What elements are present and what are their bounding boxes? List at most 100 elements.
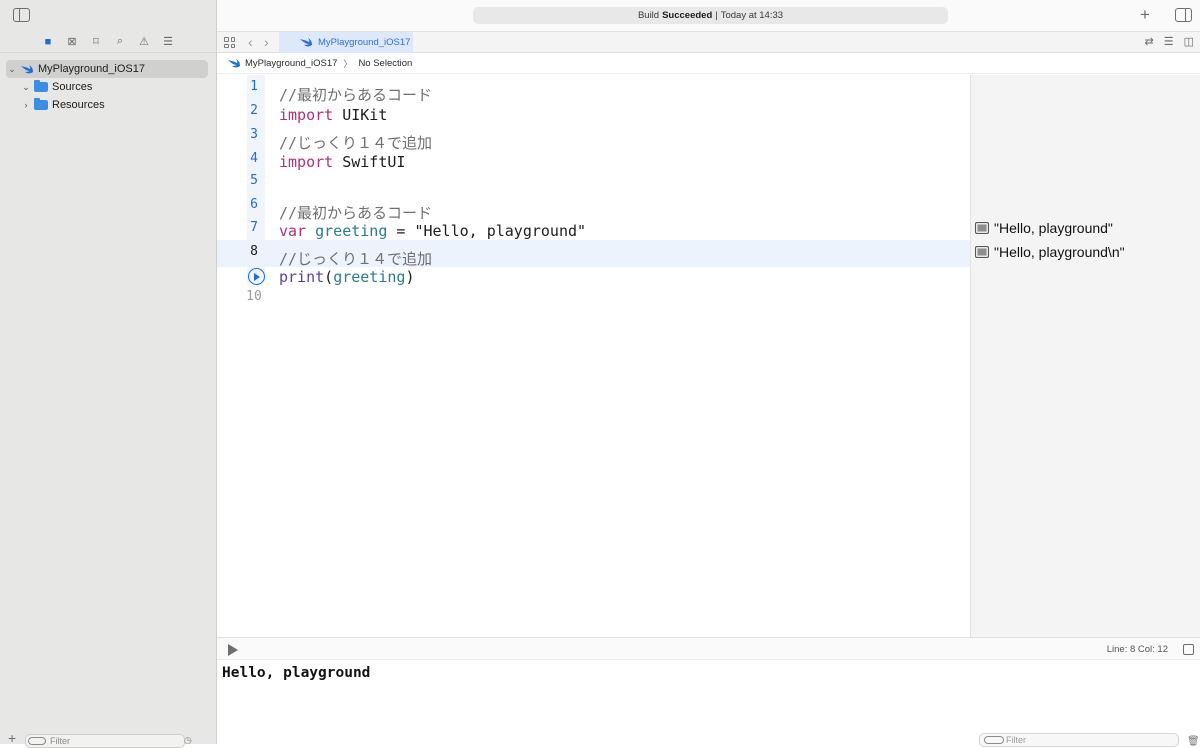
project-navigator-icon[interactable]: ■ xyxy=(41,35,55,49)
cursor-position: Line: 8 Col: 12 xyxy=(1106,644,1168,655)
code-punctuation: ) xyxy=(405,268,415,286)
console-area[interactable]: Hello, playground Filter 🗑 xyxy=(217,660,1200,747)
main-area: Build Succeeded | Today at 14:33 + ‹ › M… xyxy=(217,0,1200,747)
breadcrumb-file[interactable]: MyPlayground_iOS17 xyxy=(245,58,337,69)
back-arrow-icon[interactable]: ‹ xyxy=(248,34,253,50)
status-separator: | xyxy=(715,10,718,21)
folder-icon xyxy=(34,80,48,92)
code-text: print(greeting) xyxy=(279,268,414,286)
swift-icon xyxy=(228,58,240,67)
code-comment: //じっくり１４で追加 xyxy=(279,250,433,268)
breadcrumb: MyPlayground_iOS17 〉 No Selection xyxy=(217,53,1200,74)
tab-playground[interactable]: MyPlayground_iOS17 xyxy=(279,32,413,53)
tree-item-sources[interactable]: ⌄ Sources xyxy=(0,78,216,96)
report-icon[interactable]: ☰ xyxy=(161,35,175,49)
status-prefix: Build xyxy=(637,10,660,21)
code-identifier: UIKit xyxy=(333,106,388,124)
code-string: = "Hello, playground" xyxy=(387,222,587,240)
code-comment: //じっくり１４で追加 xyxy=(279,134,433,152)
console-output: Hello, playground xyxy=(222,665,371,681)
swift-icon xyxy=(21,64,33,73)
status-time: Today at 14:33 xyxy=(720,10,784,21)
code-line: 10 xyxy=(217,289,970,312)
code-line-current: 8 //じっくり１４で追加 xyxy=(217,240,970,268)
sidebar-toggle-icon[interactable] xyxy=(13,8,30,22)
code-text: import UIKit xyxy=(279,106,387,124)
code-punctuation: ( xyxy=(324,268,334,286)
window-toolbar: Build Succeeded | Today at 14:33 + xyxy=(217,0,1200,31)
code-keyword: var xyxy=(279,222,307,240)
play-icon[interactable] xyxy=(228,644,238,656)
navigator-selector-bar: ■ ⊠ ⌑ ⌕ ⚠ ☰ xyxy=(0,31,216,53)
line-number[interactable]: 8 xyxy=(244,244,264,259)
navigator-sidebar: ■ ⊠ ⌑ ⌕ ⚠ ☰ ⌄ MyPlayground_iOS17 ⌄ Sourc… xyxy=(0,0,217,748)
code-identifier: SwiftUI xyxy=(333,153,406,171)
line-number[interactable]: 4 xyxy=(244,151,264,166)
file-tree: ⌄ MyPlayground_iOS17 ⌄ Sources › Resourc… xyxy=(0,60,216,114)
code-keyword: import xyxy=(279,153,334,171)
result-item[interactable]: "Hello, playground" xyxy=(975,220,1113,236)
tree-item-label: MyPlayground_iOS17 xyxy=(38,63,146,75)
line-number[interactable]: 3 xyxy=(244,127,264,142)
source-control-icon[interactable]: ⊠ xyxy=(65,35,79,49)
quick-look-icon[interactable] xyxy=(975,246,989,258)
code-line: 1 //最初からあるコード xyxy=(217,79,970,104)
tree-item-resources[interactable]: › Resources xyxy=(0,96,216,114)
search-icon[interactable]: ⌕ xyxy=(113,35,127,49)
tab-bar: ‹ › MyPlayground_iOS17 ⇄ ☰ ◫ xyxy=(217,31,1200,53)
sidebar-header xyxy=(0,0,216,31)
code-keyword: import xyxy=(279,106,334,124)
swift-icon xyxy=(300,38,312,47)
navigator-filter-input[interactable]: Filter xyxy=(25,734,185,748)
line-number[interactable]: 6 xyxy=(244,197,264,212)
console-filter-input[interactable]: Filter xyxy=(979,733,1179,747)
issue-icon[interactable]: ⚠ xyxy=(137,35,151,49)
quick-look-icon[interactable] xyxy=(975,222,989,234)
split-editor-icon[interactable]: ◫ xyxy=(1184,35,1194,48)
result-item[interactable]: "Hello, playground\n" xyxy=(975,244,1125,260)
result-value: "Hello, playground\n" xyxy=(994,244,1125,260)
trash-icon[interactable]: 🗑 xyxy=(1187,736,1200,747)
code-line: 2 import UIKit xyxy=(217,103,970,126)
chevron-right-icon[interactable]: › xyxy=(20,100,32,110)
status-result: Succeeded xyxy=(662,10,713,21)
chevron-down-icon[interactable]: ⌄ xyxy=(20,82,32,93)
add-library-icon[interactable]: + xyxy=(1140,5,1150,25)
tree-item-label: Resources xyxy=(52,99,105,111)
activity-status: Build Succeeded | Today at 14:33 xyxy=(473,7,948,24)
run-line-icon[interactable] xyxy=(248,268,265,285)
inspector-toggle-icon[interactable] xyxy=(1175,8,1192,22)
line-number[interactable]: 10 xyxy=(244,289,264,304)
code-line: 3 //じっくり１４で追加 xyxy=(217,127,970,152)
tab-label: MyPlayground_iOS17 xyxy=(318,37,411,48)
recent-files-icon[interactable]: ◷ xyxy=(184,735,192,746)
chevron-down-icon[interactable]: ⌄ xyxy=(6,64,18,75)
code-comment: //最初からあるコード xyxy=(279,86,433,104)
breadcrumb-separator-icon: 〉 xyxy=(343,58,353,69)
grid-icon[interactable] xyxy=(224,37,235,48)
code-line: 5 xyxy=(217,173,970,196)
code-line: 6 //最初からあるコード xyxy=(217,197,970,222)
line-number[interactable]: 2 xyxy=(244,103,264,118)
tree-item-label: Sources xyxy=(52,81,93,93)
console-toggle-icon[interactable] xyxy=(1183,644,1194,655)
tree-item-playground[interactable]: ⌄ MyPlayground_iOS17 xyxy=(6,60,208,78)
swap-icon[interactable]: ⇄ xyxy=(1145,35,1154,48)
results-sidebar: "Hello, playground" "Hello, playground\n… xyxy=(970,75,1200,637)
result-value: "Hello, playground" xyxy=(994,220,1113,236)
line-number[interactable]: 5 xyxy=(244,173,264,188)
code-function: print xyxy=(279,268,325,286)
folder-icon xyxy=(34,98,48,110)
code-line: 4 import SwiftUI xyxy=(217,151,970,174)
line-number[interactable]: 1 xyxy=(244,79,264,94)
bookmark-icon[interactable]: ⌑ xyxy=(89,35,103,49)
forward-arrow-icon[interactable]: › xyxy=(264,34,269,50)
editor-options: ⇄ ☰ ◫ xyxy=(1145,35,1195,48)
line-number[interactable]: 7 xyxy=(244,220,264,235)
editor-options-icon[interactable]: ☰ xyxy=(1164,35,1174,48)
debug-bar: Line: 8 Col: 12 xyxy=(217,637,1200,660)
code-editor[interactable]: 1 //最初からあるコード 2 import UIKit 3 //じっくり１４で… xyxy=(217,75,970,637)
code-variable: greeting xyxy=(306,222,388,240)
filter-menu-icon[interactable] xyxy=(984,736,1004,744)
breadcrumb-selection[interactable]: No Selection xyxy=(358,58,412,69)
